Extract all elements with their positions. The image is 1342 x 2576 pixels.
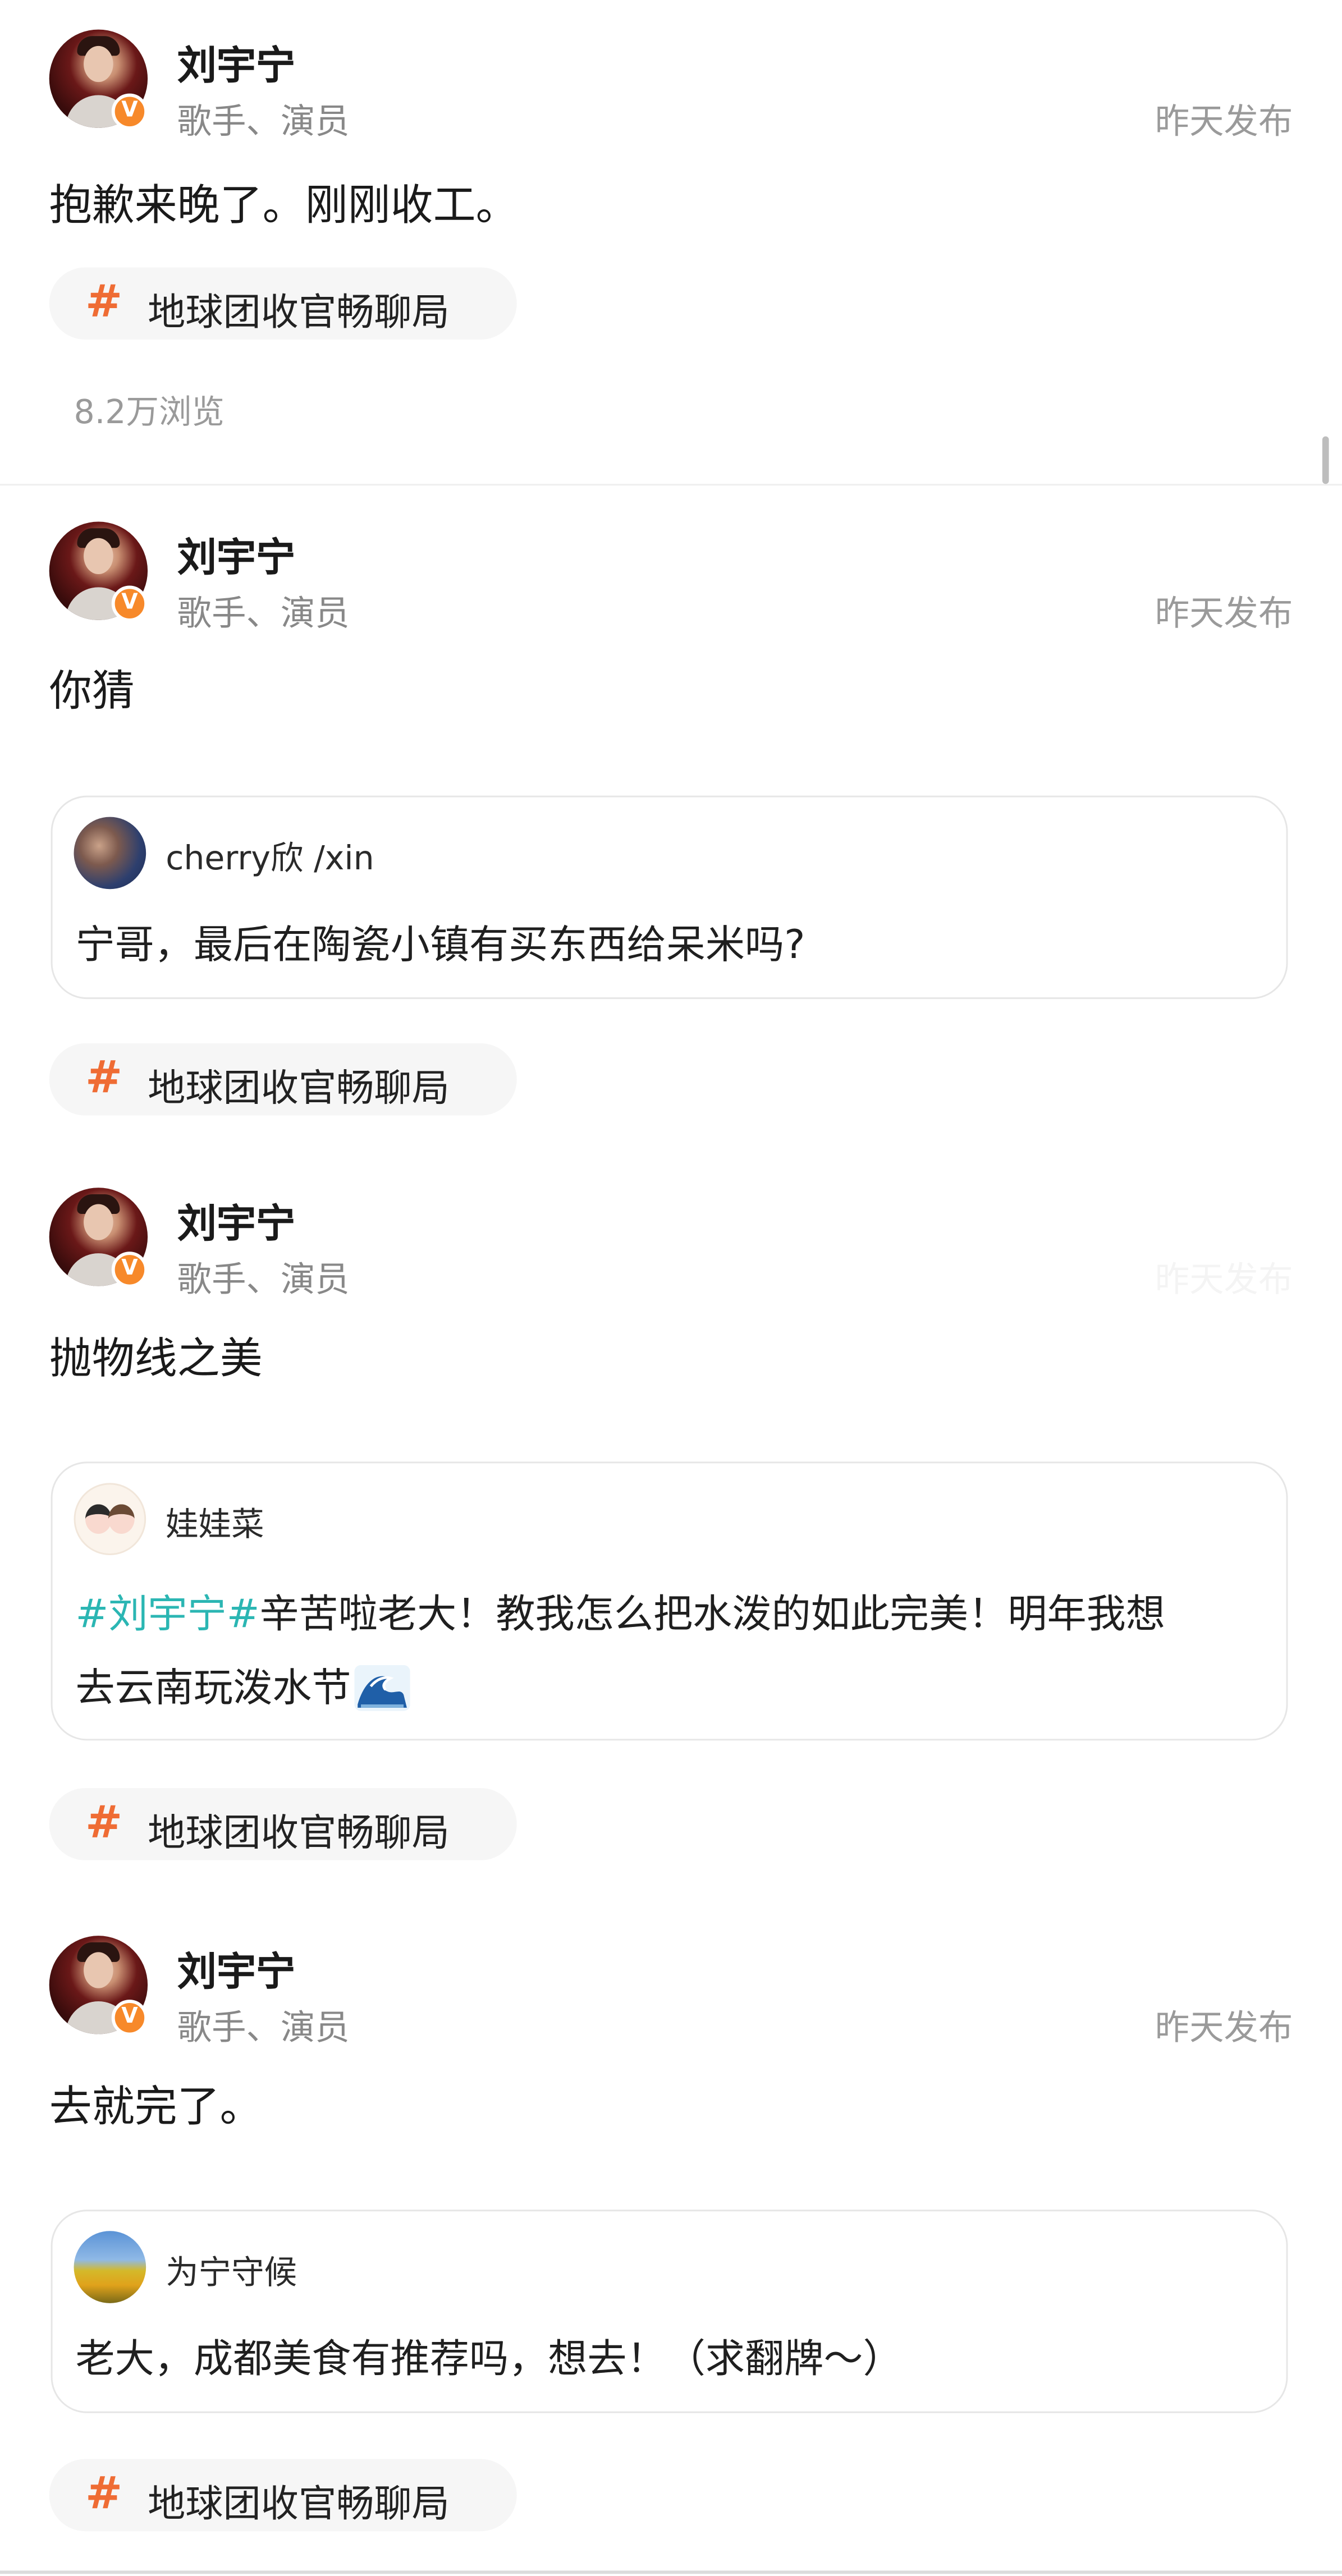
post-time: 昨天发布 — [1155, 102, 1293, 141]
author-description: 歌手、演员 — [177, 594, 350, 634]
post-card: V 刘宇宁 歌手、演员 昨天发布 抛物线之美 娃娃菜 #刘宇宁#辛苦啦老大！教我… — [0, 1188, 1342, 1860]
hashtag-icon: # — [85, 1798, 123, 1849]
author-name[interactable]: 刘宇宁 — [177, 33, 295, 90]
quoted-text-segment: 辛苦啦老大！教我怎么把水泼的如此完美！明年我想 — [259, 1591, 1165, 1638]
avatar-child-right — [108, 1504, 135, 1534]
quoted-text: #刘宇宁#辛苦啦老大！教我怎么把水泼的如此完美！明年我想 去云南玩泼水节 — [75, 1578, 1263, 1726]
quoted-question-card[interactable]: 娃娃菜 #刘宇宁#辛苦啦老大！教我怎么把水泼的如此完美！明年我想 去云南玩泼水节 — [51, 1461, 1288, 1741]
post-header: V 刘宇宁 歌手、演员 昨天发布 — [49, 1936, 1293, 2051]
topic-label: 地球团收官畅聊局 — [148, 1812, 450, 1855]
post-card: V 刘宇宁 歌手、演员 昨天发布 你猜 cherry欣 /xin 宁哥，最后在陶… — [0, 521, 1342, 1116]
topic-tag[interactable]: # 地球团收官畅聊局 — [49, 2459, 517, 2532]
post-divider — [0, 484, 1342, 486]
post-time: 昨天发布 — [1155, 2007, 1293, 2047]
quoted-question-card[interactable]: 为宁守候 老大，成都美食有推荐吗，想去！（求翻牌～） — [51, 2210, 1288, 2413]
quoted-user-name[interactable]: cherry欣 /xin — [166, 832, 374, 879]
avatar-child-left — [85, 1504, 112, 1534]
post-text: 去就完了。 — [49, 2083, 263, 2133]
topic-tag[interactable]: # 地球团收官畅聊局 — [49, 267, 517, 340]
hashtag-icon: # — [85, 2469, 123, 2520]
avatar-face — [84, 45, 113, 82]
verified-v-icon: V — [111, 2000, 148, 2036]
post-text: 抛物线之美 — [49, 1335, 263, 1385]
verified-v-icon: V — [111, 93, 148, 130]
author-name[interactable]: 刘宇宁 — [177, 525, 295, 582]
post-time: 昨天发布 — [1155, 594, 1293, 634]
post-time: 昨天发布 — [1155, 1259, 1293, 1300]
hashtag-icon: # — [85, 1053, 123, 1104]
post-header: V 刘宇宁 歌手、演员 昨天发布 — [49, 521, 1293, 637]
topic-mention-link[interactable]: #刘宇宁# — [75, 1591, 259, 1637]
quoted-question-card[interactable]: cherry欣 /xin 宁哥，最后在陶瓷小镇有买东西给呆米吗? — [51, 795, 1288, 1000]
post-text: 你猜 — [49, 667, 135, 717]
topic-label: 地球团收官畅聊局 — [148, 2483, 450, 2527]
quoted-user-avatar[interactable] — [74, 817, 146, 890]
quoted-user-avatar[interactable] — [74, 2231, 146, 2303]
topic-tag[interactable]: # 地球团收官畅聊局 — [49, 1043, 517, 1116]
scrollbar-thumb[interactable] — [1322, 436, 1329, 484]
post-text: 抱歉来晚了。刚刚收工。 — [49, 182, 519, 232]
quoted-text-segment: 去云南玩泼水节 — [75, 1665, 351, 1711]
avatar-face — [84, 1204, 113, 1240]
quoted-text: 宁哥，最后在陶瓷小镇有买东西给呆米吗? — [75, 922, 805, 968]
author-name[interactable]: 刘宇宁 — [177, 1191, 295, 1248]
verified-v-icon: V — [111, 1252, 148, 1288]
feed-page: V 刘宇宁 歌手、演员 昨天发布 抱歉来晚了。刚刚收工。 # 地球团收官畅聊局 … — [0, 0, 1342, 2575]
quoted-text: 老大，成都美食有推荐吗，想去！（求翻牌～） — [75, 2336, 903, 2382]
view-count: 8.2万浏览 — [74, 392, 225, 432]
quoted-user-name[interactable]: 为宁守候 — [166, 2246, 297, 2294]
topic-label: 地球团收官畅聊局 — [148, 292, 450, 335]
hashtag-icon: # — [85, 277, 123, 328]
avatar-face — [84, 538, 113, 575]
author-description: 歌手、演员 — [177, 1259, 350, 1300]
quoted-text-line-2: 去云南玩泼水节 — [75, 1652, 1263, 1726]
verified-v-icon: V — [111, 585, 148, 622]
post-header: V 刘宇宁 歌手、演员 昨天发布 — [49, 1188, 1293, 1303]
bottom-divider — [0, 2570, 1342, 2574]
author-description: 歌手、演员 — [177, 102, 350, 141]
topic-tag[interactable]: # 地球团收官畅聊局 — [49, 1788, 517, 1860]
quoted-text-line-1: #刘宇宁#辛苦啦老大！教我怎么把水泼的如此完美！明年我想 — [75, 1578, 1263, 1652]
post-card: V 刘宇宁 歌手、演员 昨天发布 去就完了。 为宁守候 老大，成都美食有推荐吗，… — [0, 1936, 1342, 2534]
water-wave-emoji-icon — [354, 1665, 410, 1711]
author-name[interactable]: 刘宇宁 — [177, 1939, 295, 1996]
topic-label: 地球团收官畅聊局 — [148, 1067, 450, 1111]
author-description: 歌手、演员 — [177, 2007, 350, 2047]
avatar-face — [84, 1952, 113, 1988]
quoted-user-name[interactable]: 娃娃菜 — [166, 1498, 264, 1546]
quoted-user-avatar[interactable] — [74, 1483, 146, 1556]
post-header: V 刘宇宁 歌手、演员 昨天发布 — [49, 29, 1293, 145]
